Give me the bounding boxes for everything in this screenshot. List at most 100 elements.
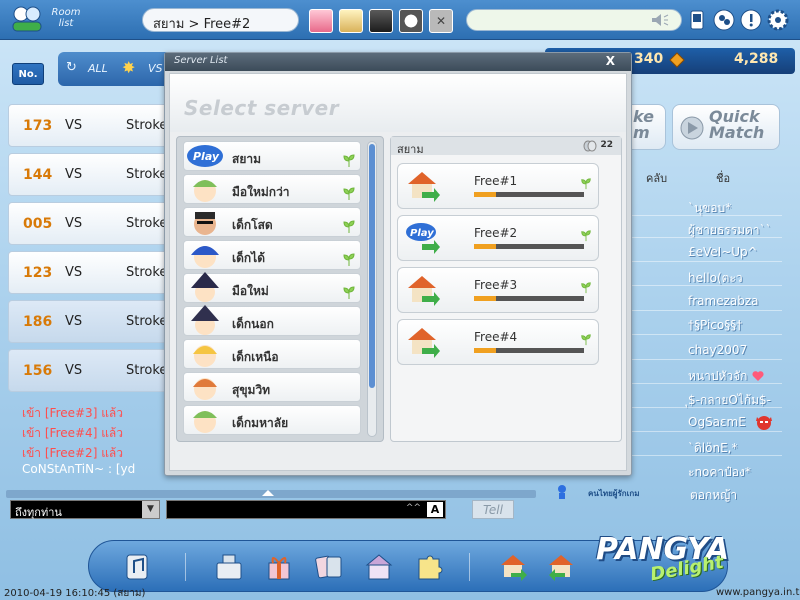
house-arrow-icon[interactable] bbox=[497, 551, 529, 583]
server-item-free-1[interactable]: Free#1 bbox=[397, 163, 599, 209]
channel-item-siam[interactable]: Play สยาม bbox=[183, 141, 361, 171]
scrollbar-thumb[interactable] bbox=[369, 144, 375, 388]
play-logo-icon: Play bbox=[406, 223, 440, 254]
room-list-label[interactable]: Room list bbox=[46, 7, 86, 29]
close-icon[interactable]: ✕ bbox=[429, 9, 453, 33]
svg-text:Play: Play bbox=[410, 228, 434, 239]
cards-icon[interactable] bbox=[313, 551, 345, 583]
member-column-club[interactable]: คลับ bbox=[646, 169, 667, 187]
room-type: VS bbox=[65, 216, 83, 231]
top-bar: Room list สยาม > Free#2 ✕ bbox=[0, 0, 800, 40]
member-name[interactable]: †§Pico§§† bbox=[688, 318, 742, 332]
room-row[interactable]: 123 VS Stroke bbox=[8, 251, 168, 294]
quick-match-button[interactable]: Quick Match bbox=[672, 104, 780, 150]
puzzle-icon[interactable] bbox=[413, 551, 445, 583]
room-row[interactable]: 144 VS Stroke bbox=[8, 153, 168, 196]
room-row[interactable]: 186 VS Stroke bbox=[8, 300, 168, 343]
channel-label: เด็กโสด bbox=[232, 218, 273, 232]
house-arrow-icon bbox=[408, 172, 440, 202]
refresh-icon[interactable]: ↻ bbox=[66, 60, 77, 75]
server-load-fill bbox=[474, 348, 496, 353]
heart-icon bbox=[752, 371, 764, 381]
avatar[interactable] bbox=[369, 9, 393, 33]
sprout-icon bbox=[343, 253, 355, 266]
users-settings-icon[interactable] bbox=[713, 9, 735, 31]
channel-item-university[interactable]: เด็กมหาลัย bbox=[183, 405, 361, 435]
exit-house-icon[interactable] bbox=[545, 551, 577, 583]
member-name[interactable]: framezabza bbox=[688, 294, 759, 308]
mailbox-icon[interactable] bbox=[363, 551, 395, 583]
sprout-icon bbox=[343, 154, 355, 167]
burst-icon: ✸ bbox=[122, 58, 136, 77]
server-list-header: สยาม 22 bbox=[391, 137, 621, 156]
server-load-fill bbox=[474, 244, 496, 249]
gift-icon[interactable] bbox=[263, 551, 295, 583]
svg-text:Play: Play bbox=[193, 150, 220, 163]
golf-ball-icon[interactable] bbox=[399, 9, 423, 33]
info-icon[interactable] bbox=[740, 9, 762, 31]
house-arrow-icon bbox=[408, 328, 440, 358]
channel-item-south[interactable]: เด็กได้ bbox=[183, 240, 361, 270]
member-name[interactable]: chay2007 bbox=[688, 343, 747, 357]
shop-register-icon[interactable] bbox=[213, 551, 245, 583]
chat-system-message: เข้า [Free#2] แล้ว bbox=[22, 446, 124, 460]
quick-match-label: Quick Match bbox=[709, 107, 765, 142]
dialog-body: Select server Play สยาม มือใหม่กว่า เด็ก… bbox=[169, 73, 627, 471]
sprout-icon bbox=[581, 230, 591, 242]
room-number: 123 bbox=[23, 265, 53, 281]
chevron-down-icon[interactable]: ▼ bbox=[142, 501, 159, 518]
member-column-name[interactable]: ชื่อ bbox=[716, 169, 730, 187]
sort-number-button[interactable]: No. bbox=[12, 63, 44, 85]
pang-balance: 4,288 bbox=[734, 51, 779, 67]
make-room-label: ke m bbox=[633, 107, 654, 142]
server-load-bar bbox=[474, 296, 584, 301]
channel-scrollbar[interactable] bbox=[367, 141, 377, 437]
member-name[interactable]: £eVeI~Up^ bbox=[688, 245, 758, 259]
close-button[interactable]: X bbox=[606, 54, 615, 68]
sprout-icon bbox=[581, 178, 591, 190]
tell-button[interactable]: Tell bbox=[472, 500, 514, 519]
server-load-bar bbox=[474, 348, 584, 353]
server-item-free-2[interactable]: Play Free#2 bbox=[397, 215, 599, 261]
chat-resize-handle[interactable] bbox=[6, 490, 536, 498]
chat-target-select[interactable]: ถึงทุกท่าน ▼ bbox=[10, 500, 160, 519]
chat-input[interactable]: ^^ A bbox=[166, 500, 446, 519]
room-mode: Stroke bbox=[126, 167, 168, 182]
filter-all-tab[interactable]: ALL bbox=[88, 62, 108, 75]
emote-toggle[interactable]: ^^ bbox=[406, 503, 421, 513]
filter-vs-tab[interactable]: VS bbox=[148, 62, 163, 75]
phone-icon[interactable] bbox=[686, 9, 708, 31]
room-row[interactable]: 173 VS Stroke bbox=[8, 104, 168, 147]
channel-item-north[interactable]: เด็กเหนือ bbox=[183, 339, 361, 369]
select-server-header: Select server bbox=[170, 74, 626, 132]
language-toggle[interactable]: A bbox=[427, 502, 443, 517]
avatar[interactable] bbox=[339, 9, 363, 33]
gear-icon[interactable] bbox=[767, 9, 789, 31]
server-load-fill bbox=[474, 192, 496, 197]
server-item-free-4[interactable]: Free#4 bbox=[397, 319, 599, 365]
dialog-title-bar[interactable]: Server List X bbox=[165, 53, 631, 71]
sprout-icon bbox=[581, 282, 591, 294]
member-name[interactable]: ะnoคาป๋อง* bbox=[688, 463, 751, 482]
room-number: 186 bbox=[23, 314, 53, 330]
server-item-free-3[interactable]: Free#3 bbox=[397, 267, 599, 313]
room-number: 173 bbox=[23, 118, 53, 134]
room-row[interactable]: 156 VS Stroke bbox=[8, 349, 168, 392]
channel-item-newbie[interactable]: มือใหม่ bbox=[183, 272, 361, 303]
avatar[interactable] bbox=[309, 9, 333, 33]
room-type: VS bbox=[65, 314, 83, 329]
member-name[interactable]: OgSaεmE bbox=[688, 415, 746, 429]
character-avatar-icon bbox=[193, 345, 217, 367]
channel-item-outside[interactable]: เด็กนอก bbox=[183, 305, 361, 336]
channel-item-single[interactable]: เด็กโสด bbox=[183, 207, 361, 237]
room-row[interactable]: 005 VS Stroke bbox=[8, 202, 168, 245]
channel-item-newbie-plus[interactable]: มือใหม่กว่า bbox=[183, 174, 361, 204]
server-name: Free#2 bbox=[474, 226, 518, 240]
room-list-icon[interactable] bbox=[10, 4, 44, 34]
megaphone-input[interactable] bbox=[466, 9, 682, 31]
music-icon[interactable] bbox=[121, 551, 153, 583]
member-name[interactable]: ตอกหญ้า bbox=[690, 486, 737, 505]
channel-item-sukhumvit[interactable]: สุขุมวิท bbox=[183, 372, 361, 402]
room-type: VS bbox=[65, 118, 83, 133]
make-room-button[interactable]: ke m bbox=[630, 104, 666, 150]
